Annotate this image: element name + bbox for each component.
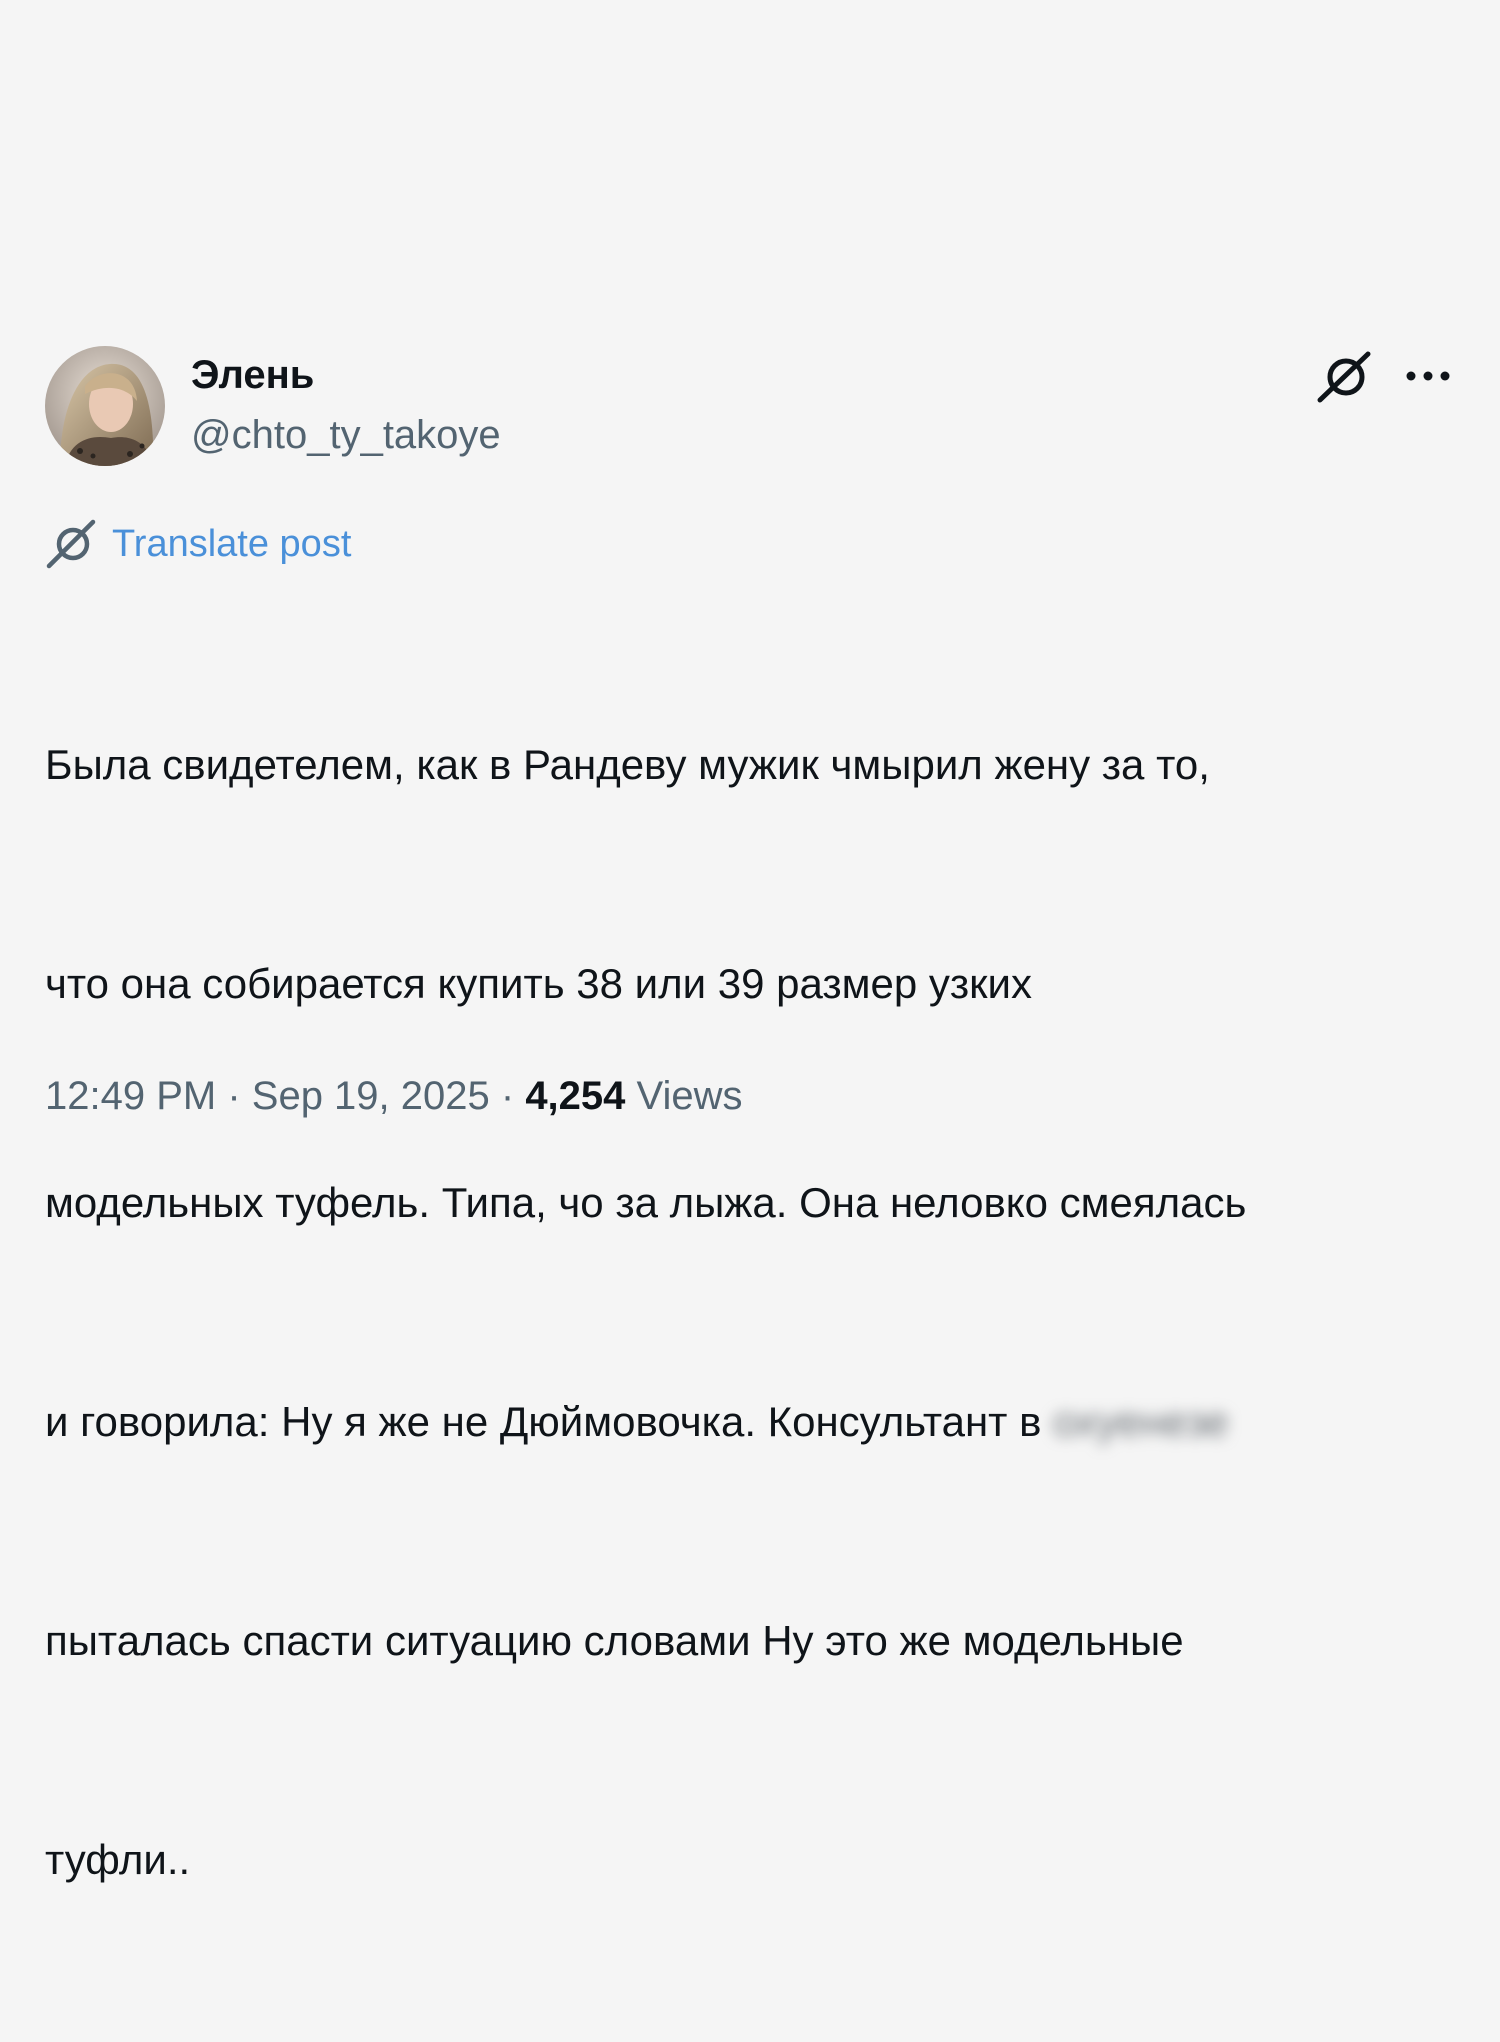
views-count: 4,254 [525, 1074, 626, 1118]
author-handle[interactable]: @chto_ty_takoye [191, 410, 501, 460]
author-display-name[interactable]: Элень [191, 350, 314, 400]
post-text-line: и говорила: Ну я же не Дюймовочка. Консу… [45, 1385, 1460, 1458]
meta-separator: · [216, 1074, 252, 1118]
post-date[interactable]: Sep 19, 2025 [252, 1074, 490, 1118]
translate-post-link[interactable]: Translate post [45, 518, 351, 570]
post-text-segment: и говорила: Ну я же не Дюймовочка. Консу… [45, 1398, 1054, 1445]
grok-icon[interactable] [1316, 350, 1372, 404]
post-text-line: Была свидетелем, как в Рандеву мужик чмы… [45, 741, 1210, 788]
post-time[interactable]: 12:49 PM [45, 1074, 216, 1118]
post-meta: 12:49 PM · Sep 19, 2025 · 4,254 Views [45, 1070, 743, 1122]
post-text-line: модельных туфель. Типа, чо за лыжа. Она … [45, 1179, 1247, 1226]
post-text-line: туфли.. [45, 1836, 191, 1883]
more-icon[interactable] [1404, 366, 1452, 386]
post-text: Была свидетелем, как в Рандеву мужик чмы… [45, 582, 1460, 2042]
redacted-word: охуенезе [1053, 1398, 1229, 1445]
post-text-line: что она собирается купить 38 или 39 разм… [45, 960, 1033, 1007]
translate-post-label: Translate post [112, 523, 352, 565]
meta-separator: · [489, 1074, 526, 1118]
grok-icon [45, 518, 97, 570]
avatar-image [45, 346, 165, 466]
avatar[interactable] [45, 346, 165, 466]
post-card: Элень @chto_ty_takoye Translate post Был… [0, 0, 1500, 1883]
views-label: Views [625, 1074, 743, 1118]
post-text-line: пыталась спасти ситуацию словами Ну это … [45, 1617, 1184, 1664]
